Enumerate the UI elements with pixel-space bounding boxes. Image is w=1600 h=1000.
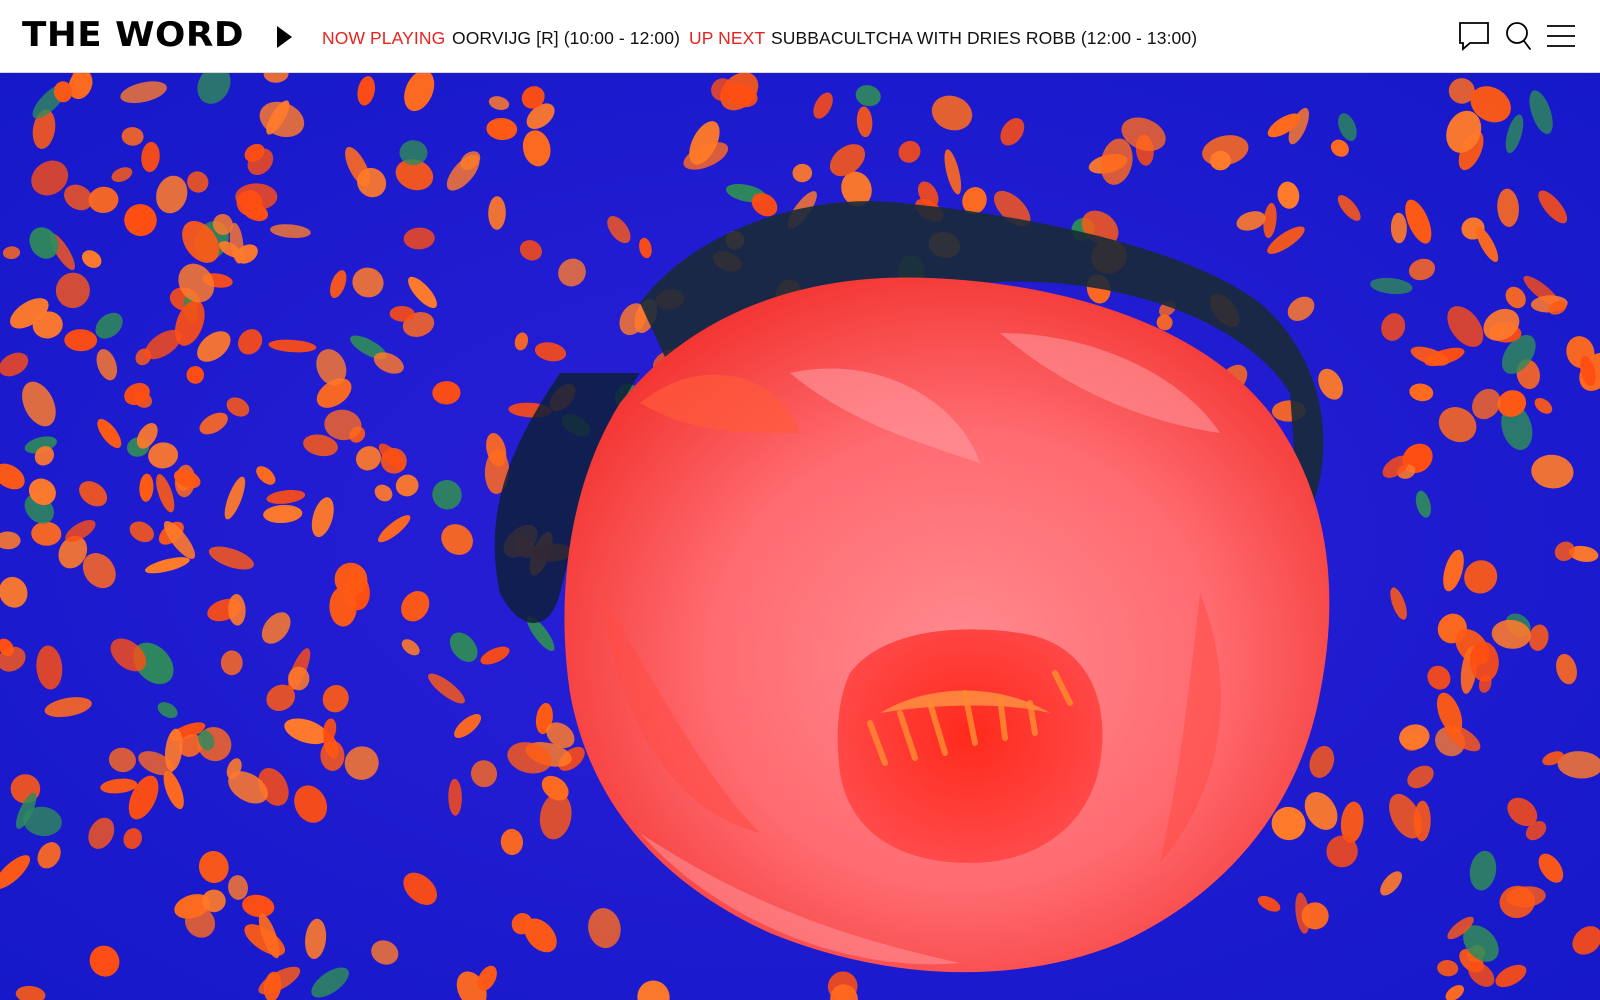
up-next-label: UP NEXT	[689, 28, 766, 48]
play-button[interactable]	[268, 22, 298, 52]
hero-artwork-image	[0, 73, 1600, 1000]
hamburger-menu-icon	[1547, 25, 1575, 47]
search-button[interactable]	[1498, 18, 1538, 54]
hamburger-menu-button[interactable]	[1540, 18, 1580, 54]
hero-video[interactable]	[0, 73, 1600, 1000]
petal	[220, 650, 243, 676]
search-icon	[1506, 22, 1531, 50]
site-logo[interactable]: THE WORD	[22, 15, 244, 55]
petal	[288, 666, 310, 691]
chat-bubble-icon	[1459, 22, 1489, 51]
now-playing-label: NOW PLAYING	[322, 28, 446, 48]
top-navigation-bar: THE WORD NOW PLAYING OORVIJG [R] (10:00 …	[0, 0, 1600, 73]
up-next-show[interactable]: SUBBACULTCHA WITH DRIES ROBB (12:00 - 13…	[771, 26, 1197, 50]
now-playing-show[interactable]: OORVIJG [R] (10:00 - 12:00)	[452, 26, 680, 50]
chat-button[interactable]	[1454, 18, 1494, 54]
play-icon	[277, 26, 292, 48]
